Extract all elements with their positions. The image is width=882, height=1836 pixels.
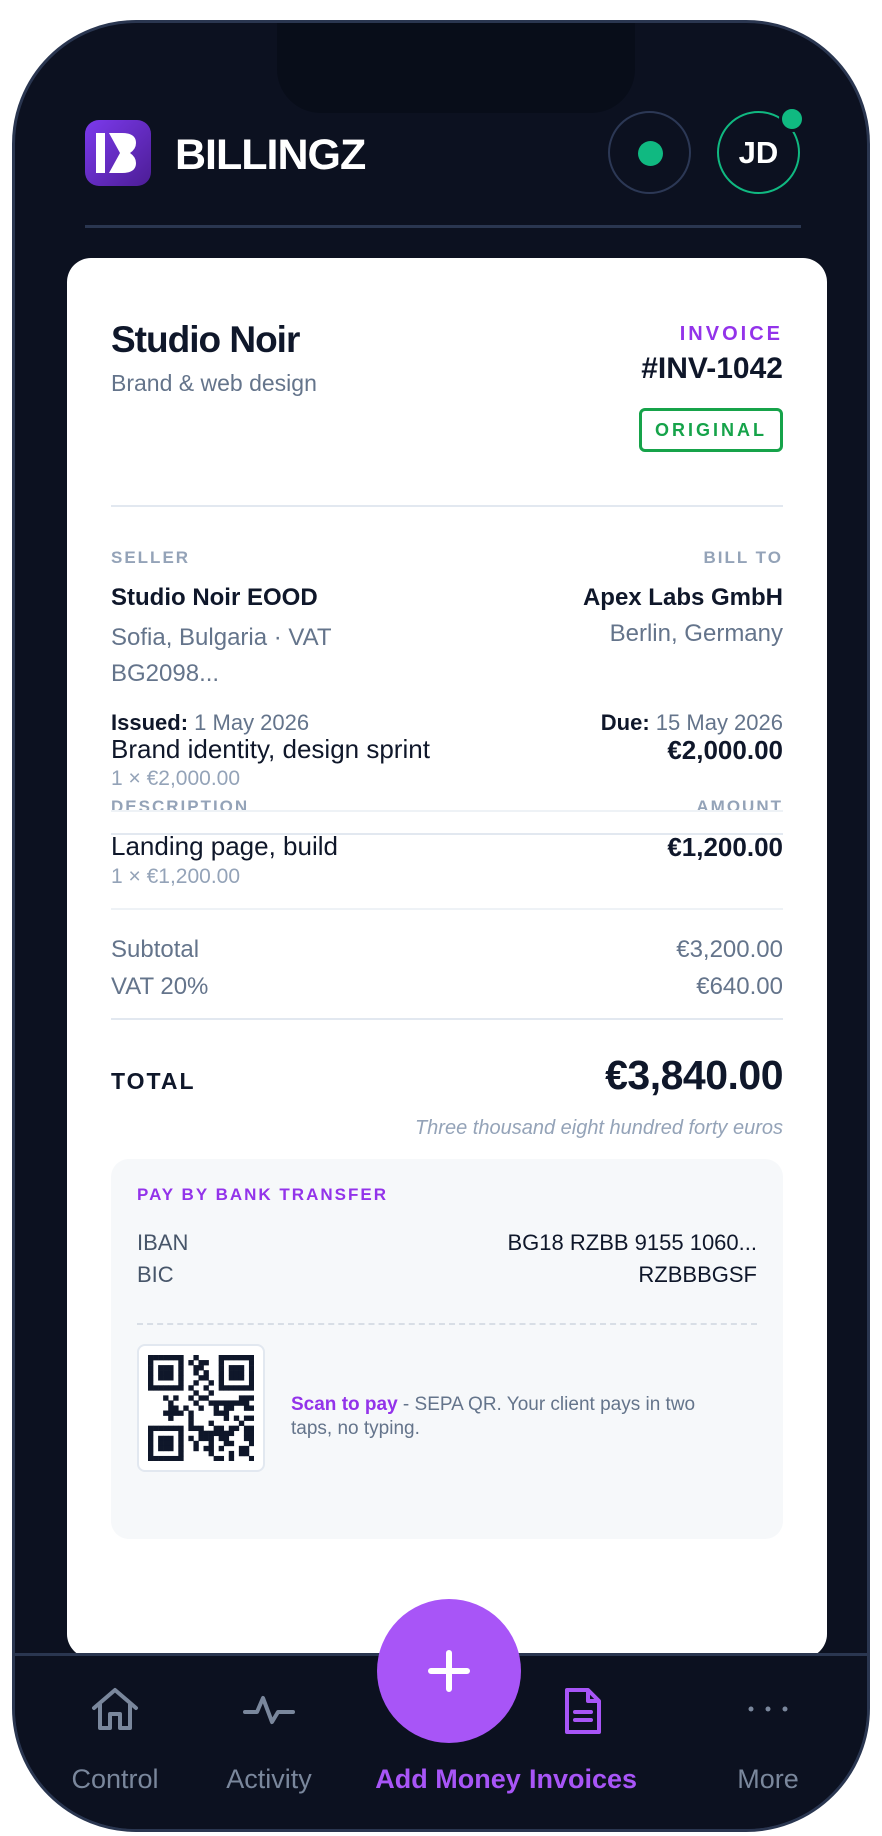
- vat-label: VAT 20%: [111, 973, 209, 1000]
- buyer-name: Apex Labs GmbH: [582, 584, 783, 611]
- logo-mark-icon: [96, 133, 136, 173]
- line-item-name: Brand identity, design sprint: [111, 734, 430, 764]
- total-label: TOTAL: [111, 1068, 196, 1094]
- tab-more-label: More: [737, 1764, 799, 1794]
- total-in-words: Three thousand eight hundred forty euros: [414, 1117, 783, 1139]
- tab-invoices-label: Invoices: [528, 1764, 638, 1794]
- vat-value: €640.00: [696, 973, 783, 1000]
- invoice-card: Studio Noir Brand & web design INVOICE #…: [67, 258, 827, 1658]
- scan-to-pay-text: Scan to pay - SEPA QR. Your client pays …: [291, 1393, 731, 1441]
- payment-qr-code[interactable]: [137, 1344, 265, 1472]
- subtotal-value: €3,200.00: [676, 936, 783, 963]
- tab-activity-label: Activity: [226, 1764, 312, 1794]
- status-button[interactable]: [608, 111, 691, 194]
- divider: [111, 505, 783, 507]
- app-name: BILLINGZ: [175, 131, 366, 179]
- activity-icon: [243, 1696, 295, 1724]
- add-money-button[interactable]: [377, 1599, 521, 1743]
- seller-caption: SELLER: [111, 548, 191, 567]
- line-item-detail: 1 × €2,000.00: [111, 767, 241, 790]
- line-item-amount: €1,200.00: [667, 832, 783, 862]
- company-tagline: Brand & web design: [111, 370, 317, 396]
- tab-invoices[interactable]: Invoices: [498, 1656, 668, 1796]
- phone-frame: BILLINGZ JD Studio Noir Brand & web desi…: [12, 20, 870, 1832]
- tab-activity[interactable]: Activity: [194, 1656, 344, 1796]
- original-stamp: ORIGINAL: [639, 408, 783, 452]
- header-divider: [85, 225, 801, 228]
- bank-transfer-panel: PAY BY BANK TRANSFER IBAN BG18 RZBB 9155…: [111, 1159, 783, 1539]
- invoice-number: #INV-1042: [641, 352, 783, 385]
- line-item-amount: €2,000.00: [667, 735, 783, 765]
- device-notch: [277, 23, 635, 113]
- more-icon: [748, 1706, 788, 1712]
- home-icon: [92, 1688, 138, 1730]
- seller-address: Sofia, Bulgaria · VAT BG2098...: [111, 624, 332, 687]
- billto-caption: BILL TO: [703, 548, 783, 567]
- iban-label: IBAN: [137, 1230, 189, 1255]
- due-value: 15 May 2026: [655, 710, 783, 735]
- seller-name: Studio Noir EOOD: [111, 584, 318, 611]
- total-value: €3,840.00: [605, 1052, 783, 1098]
- tab-more[interactable]: More: [693, 1656, 843, 1796]
- issued-label: Issued:: [111, 710, 189, 735]
- bic-value[interactable]: RZBBBGSF: [638, 1262, 757, 1288]
- buyer-address: Berlin, Germany: [609, 620, 783, 647]
- issued-date: Issued: 1 May 2026: [111, 710, 309, 736]
- document-icon: [565, 1688, 601, 1734]
- tab-control[interactable]: Control: [40, 1656, 190, 1796]
- plus-icon: [428, 1650, 470, 1692]
- subtotal-label: Subtotal: [111, 936, 200, 963]
- totals-divider: [111, 1018, 783, 1020]
- dashed-divider: [137, 1323, 757, 1325]
- line-item-detail: 1 × €1,200.00: [111, 865, 241, 888]
- row-divider: [111, 810, 783, 812]
- description-header: DESCRIPTION: [111, 797, 250, 816]
- iban-value[interactable]: BG18 RZBB 9155 1060...: [508, 1230, 758, 1256]
- company-name: Studio Noir: [111, 319, 300, 360]
- notification-dot: [779, 106, 805, 132]
- qr-code-icon: [148, 1355, 254, 1461]
- row-divider: [111, 908, 783, 910]
- scan-to-pay-title: Scan to pay: [291, 1394, 398, 1415]
- bank-transfer-caption: PAY BY BANK TRANSFER: [137, 1185, 388, 1204]
- due-label: Due:: [600, 710, 650, 735]
- line-item-name: Landing page, build: [111, 831, 338, 861]
- bic-label: BIC: [137, 1262, 174, 1287]
- issued-value: 1 May 2026: [194, 710, 310, 735]
- tab-control-label: Control: [71, 1764, 159, 1794]
- invoice-label: INVOICE: [679, 323, 783, 345]
- app-logo[interactable]: [85, 120, 151, 186]
- due-date: Due: 15 May 2026: [601, 710, 783, 736]
- online-status-icon: [638, 141, 663, 166]
- amount-header: AMOUNT: [696, 797, 783, 816]
